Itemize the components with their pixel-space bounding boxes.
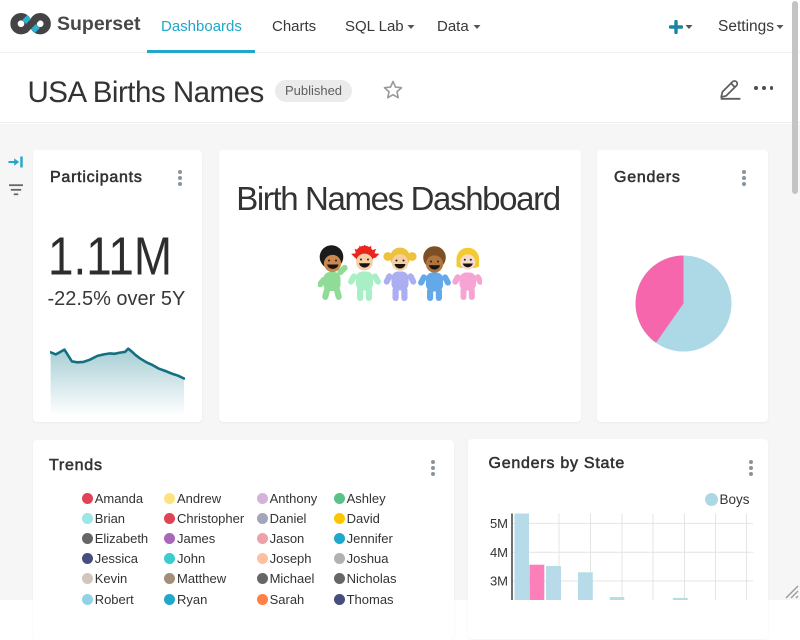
svg-text:5M: 5M — [490, 516, 508, 531]
svg-text:1.11M: 1.11M — [48, 228, 172, 280]
svg-text:4M: 4M — [490, 545, 508, 560]
svg-text:3M: 3M — [490, 574, 508, 589]
